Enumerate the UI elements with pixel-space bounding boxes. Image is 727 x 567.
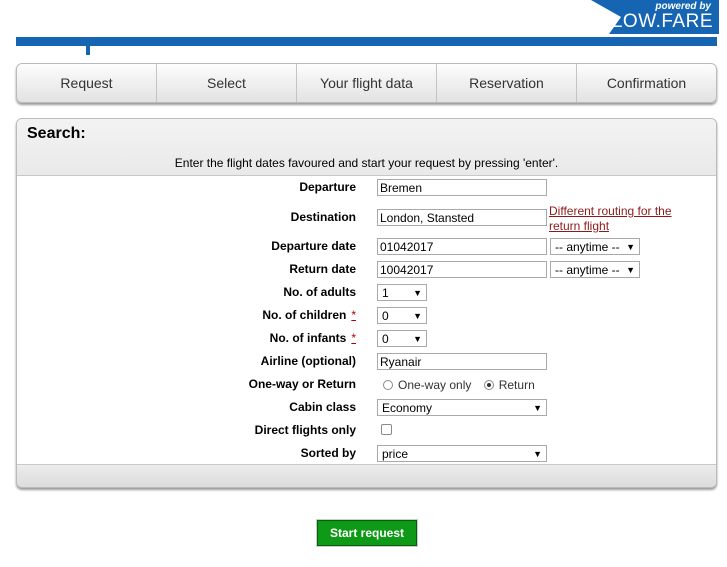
tab-your-flight-data[interactable]: Your flight data	[297, 64, 437, 102]
return-date-input[interactable]	[377, 261, 547, 278]
one-way-label[interactable]: One-way only	[398, 378, 471, 392]
tab-request[interactable]: Request	[17, 64, 157, 102]
return-label[interactable]: Return	[499, 378, 535, 392]
trip-type-radio-group: One-way only Return	[383, 377, 544, 392]
chevron-down-icon: ▼	[533, 402, 542, 413]
sort-value: price	[382, 446, 409, 461]
search-title: Search:	[27, 125, 86, 142]
destination-input[interactable]	[377, 209, 547, 226]
children-value: 0	[382, 308, 389, 323]
adults-label: No. of adults	[283, 285, 356, 299]
infants-label: No. of infants *	[270, 331, 356, 345]
search-panel-header: Search: Enter the flight dates favoured …	[17, 119, 716, 176]
departure-time-select[interactable]: -- anytime -- ▼	[550, 238, 640, 255]
start-request-button[interactable]: Start request	[317, 520, 417, 546]
children-label-text: No. of children	[262, 308, 347, 322]
search-instructions: Enter the flight dates favoured and star…	[174, 156, 559, 170]
direct-flights-checkbox[interactable]	[381, 424, 392, 435]
header-bar-marker	[86, 37, 90, 55]
adults-value: 1	[382, 285, 389, 300]
adults-select[interactable]: 1 ▼	[377, 284, 427, 301]
children-label: No. of children *	[262, 308, 356, 322]
sort-label: Sorted by	[300, 446, 356, 460]
search-panel: Search: Enter the flight dates favoured …	[16, 118, 717, 488]
chevron-down-icon: ▼	[413, 333, 422, 344]
lowfare-logo: powered by LOW.FARE	[591, 0, 719, 34]
trip-type-label: One-way or Return	[248, 377, 356, 391]
infants-required-marker[interactable]: *	[351, 331, 356, 345]
airline-input[interactable]	[377, 353, 547, 370]
brand-name: LOW.FARE	[611, 11, 713, 32]
direct-flights-label: Direct flights only	[254, 423, 356, 437]
cabin-select[interactable]: Economy ▼	[377, 399, 547, 416]
chevron-down-icon: ▼	[626, 264, 635, 275]
chevron-down-icon: ▼	[413, 287, 422, 298]
chevron-down-icon: ▼	[533, 448, 542, 459]
infants-label-text: No. of infants	[269, 331, 347, 345]
departure-time-value: -- anytime --	[555, 239, 620, 254]
cabin-label: Cabin class	[289, 400, 356, 414]
sort-select[interactable]: price ▼	[377, 445, 547, 462]
cabin-value: Economy	[382, 400, 433, 415]
one-way-radio[interactable]	[383, 379, 393, 390]
departure-date-input[interactable]	[377, 238, 547, 255]
return-time-select[interactable]: -- anytime -- ▼	[550, 261, 640, 278]
tab-select[interactable]: Select	[157, 64, 297, 102]
header-bar	[16, 37, 717, 46]
return-date-label: Return date	[289, 262, 356, 276]
search-panel-footer	[17, 464, 716, 487]
chevron-down-icon: ▼	[413, 310, 422, 321]
return-time-value: -- anytime --	[555, 262, 620, 277]
children-required-marker[interactable]: *	[351, 308, 356, 322]
return-radio[interactable]	[483, 379, 494, 390]
destination-label: Destination	[290, 210, 356, 224]
children-select[interactable]: 0 ▼	[377, 307, 427, 324]
departure-date-label: Departure date	[271, 239, 356, 253]
tab-reservation[interactable]: Reservation	[437, 64, 577, 102]
different-return-routing-link[interactable]: Different routing for the return flight	[549, 204, 689, 234]
airline-label: Airline (optional)	[260, 354, 356, 368]
infants-select[interactable]: 0 ▼	[377, 330, 427, 347]
booking-steps-nav: Request Select Your flight data Reservat…	[16, 63, 717, 103]
tab-confirmation[interactable]: Confirmation	[577, 64, 716, 102]
departure-label: Departure	[299, 180, 356, 194]
chevron-down-icon: ▼	[626, 241, 635, 252]
departure-input[interactable]	[377, 179, 547, 196]
infants-value: 0	[382, 331, 389, 346]
